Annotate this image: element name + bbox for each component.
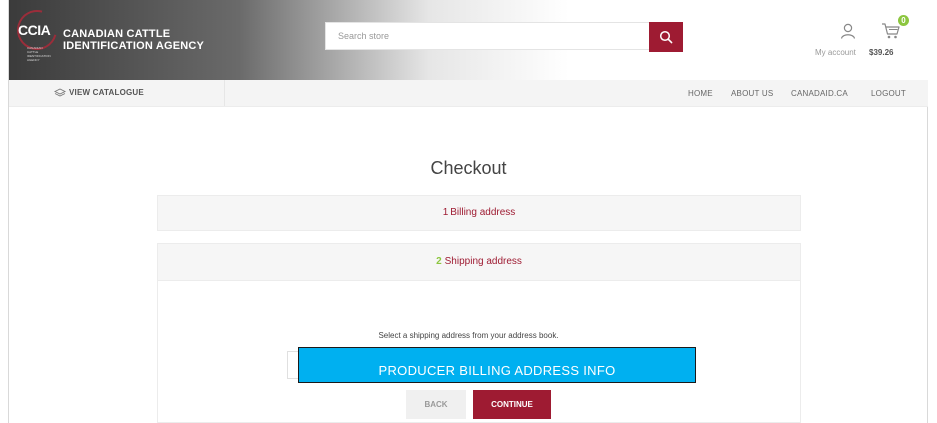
logo-fine-print: CANADIAN CATTLE IDENTIFICATION AGENCY [27, 46, 51, 62]
brand-name[interactable]: CANADIAN CATTLE IDENTIFICATION AGENCY [63, 28, 204, 52]
redaction-overlay: PRODUCER BILLING ADDRESS INFO [298, 347, 696, 383]
cart-total[interactable]: $39.26 [869, 48, 893, 57]
search-icon [659, 30, 673, 44]
search-input[interactable] [325, 22, 649, 50]
brand-line-2: IDENTIFICATION AGENCY [63, 40, 205, 52]
ccia-logo[interactable]: CCIA CANADIAN CATTLE IDENTIFICATION AGEN… [9, 2, 65, 62]
cart-icon[interactable] [881, 22, 901, 40]
nav-link-home[interactable]: HOME [688, 89, 713, 98]
nav-link-canadaid[interactable]: CANADAID.CA [791, 89, 848, 98]
main-navigation: VIEW CATALOGUE HOME ABOUT US CANADAID.CA… [9, 80, 928, 107]
step-label: Shipping address [444, 256, 522, 267]
step-shipping-address[interactable]: 2 Shipping address [157, 243, 801, 281]
back-button[interactable]: BACK [406, 390, 466, 419]
nav-link-logout[interactable]: LOGOUT [871, 89, 906, 98]
shipping-instruction: Select a shipping address from your addr… [378, 331, 559, 340]
user-icon[interactable] [839, 22, 857, 40]
overlay-text: PRODUCER BILLING ADDRESS INFO [378, 363, 616, 378]
logo-abbreviation: CCIA [18, 22, 51, 38]
view-catalogue-button[interactable]: VIEW CATALOGUE [9, 80, 225, 106]
search-button[interactable] [649, 22, 683, 52]
continue-button[interactable]: CONTINUE [473, 390, 551, 419]
page-title: Checkout [430, 158, 507, 178]
cart-count-badge: 0 [898, 15, 909, 26]
page-frame: CCIA CANADIAN CATTLE IDENTIFICATION AGEN… [8, 0, 928, 423]
search-bar [325, 22, 683, 52]
brand-line-1: CANADIAN CATTLE [63, 28, 171, 40]
layers-icon [54, 88, 66, 97]
nav-link-about-us[interactable]: ABOUT US [731, 89, 773, 98]
view-catalogue-label: VIEW CATALOGUE [69, 88, 144, 97]
step-label: Billing address [450, 207, 516, 218]
site-header: CCIA CANADIAN CATTLE IDENTIFICATION AGEN… [9, 0, 928, 80]
my-account-link[interactable]: My account [815, 48, 856, 57]
step-number: 2 [436, 256, 442, 267]
step-billing-address[interactable]: 1 Billing address [157, 195, 801, 231]
step-number: 1 [442, 207, 449, 218]
